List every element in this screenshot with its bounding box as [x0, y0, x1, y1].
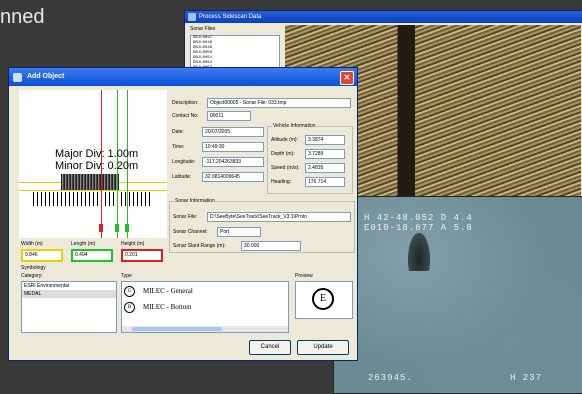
add-object-titlebar[interactable]: Add Object ✕: [9, 68, 357, 86]
major-division-label: Major Div: 1.00m: [55, 148, 139, 160]
cancel-button[interactable]: Cancel: [249, 340, 291, 355]
height-handle[interactable]: [99, 224, 103, 232]
sonar-files-label: Sonar Files: [190, 26, 216, 32]
date-label: Date:: [172, 129, 184, 135]
milec-general-icon: G: [124, 286, 135, 297]
latitude-label: Latitude:: [172, 174, 192, 180]
width-label: Width (m): [21, 241, 43, 247]
background-heading-fragment: nned: [0, 6, 45, 28]
description-field[interactable]: Object00005 - Sonar File: 033.tmp: [207, 98, 351, 108]
speed-label: Speed (m/s):: [271, 165, 300, 171]
process-window-title: Process Sidescan Data: [199, 14, 262, 20]
length-handle-right[interactable]: [125, 224, 129, 232]
type-item-general[interactable]: G MILEC - General: [124, 286, 193, 297]
object-dimension-diagram[interactable]: Major Div: 1.00m Minor Div: 0.20m: [19, 90, 167, 238]
depth-label: Depth (m):: [271, 151, 295, 157]
symbology-label: Symbology: [21, 265, 46, 271]
depth-field[interactable]: 3.7289: [305, 149, 345, 159]
minor-division-label: Minor Div: 0.20m: [55, 160, 139, 172]
category-list[interactable]: ESRI Environmental MEDAL: [21, 281, 117, 333]
underwater-camera-image: H 42-48.052 D 4.4 E010-18.677 A 5.8 2639…: [333, 196, 582, 394]
camera-overlay-line2: E010-18.677 A 5.8: [364, 223, 473, 233]
height-label: Height (m): [121, 241, 145, 247]
time-label: Time:: [172, 144, 185, 150]
type-list[interactable]: G MILEC - General B MILEC - Bottom: [121, 281, 289, 333]
preview-label: Preview: [295, 273, 313, 279]
add-object-title: Add Object: [27, 73, 65, 80]
app-icon: [188, 13, 196, 21]
length-handle-left[interactable]: [115, 224, 119, 232]
scale-ticks: [33, 192, 153, 206]
scrollbar-thumb[interactable]: [132, 327, 222, 331]
altitude-field[interactable]: 3.3874: [305, 135, 345, 145]
object-sonar-snippet: [61, 174, 119, 190]
sonar-channel-label: Sonar Channel:: [173, 229, 208, 235]
type-list-scrollbar[interactable]: [122, 326, 288, 332]
heading-label: Heading:: [271, 179, 292, 185]
latitude-field[interactable]: 32.6814009645: [202, 172, 264, 182]
symbol-preview-box: E: [295, 281, 353, 319]
camera-overlay-heading: H 237: [510, 373, 543, 383]
sonar-file-label: Sonar File:: [173, 214, 198, 220]
seabed-object: [408, 233, 430, 271]
process-window-titlebar[interactable]: Process Sidescan Data: [185, 11, 582, 23]
heading-field[interactable]: 176.714: [305, 177, 345, 187]
category-item[interactable]: MEDAL: [22, 290, 116, 298]
length-field[interactable]: 0.494: [71, 249, 113, 262]
preview-symbol-icon: E: [312, 288, 334, 310]
speed-field[interactable]: 2.4835: [305, 163, 345, 173]
sonar-file-field[interactable]: D:\SeeByte\SeeTrack\SeeTrack_V3.1\Proto: [207, 212, 351, 222]
description-label: Description:: [172, 100, 199, 106]
length-label: Length (m): [71, 241, 96, 247]
type-item-label: MILEC - General: [143, 287, 193, 296]
type-label: Type: [121, 273, 132, 279]
add-object-dialog: Add Object ✕ Major Div: 1.00m Minor Div:…: [8, 67, 358, 361]
dialog-icon: [13, 73, 22, 82]
milec-bottom-icon: B: [124, 302, 135, 313]
slant-range-field[interactable]: 30.000: [241, 241, 301, 251]
type-item-bottom[interactable]: B MILEC - Bottom: [124, 302, 192, 313]
sonar-information-title: Sonar Information: [174, 198, 216, 204]
close-icon[interactable]: ✕: [340, 71, 354, 85]
longitude-label: Longitude:: [172, 159, 196, 165]
sonar-channel-field[interactable]: Port: [217, 227, 261, 237]
slant-range-label: Sonar Slant Range (m):: [173, 243, 226, 249]
camera-overlay-line1: H 42-48.052 D 4.4: [364, 213, 473, 223]
height-field[interactable]: 0.201: [121, 249, 163, 262]
longitude-field[interactable]: -117.204263833: [202, 157, 264, 167]
update-button[interactable]: Update: [297, 340, 349, 355]
width-field[interactable]: 0.846: [21, 249, 63, 262]
width-guide-bottom: [19, 190, 167, 191]
altitude-label: Altitude (m):: [271, 137, 298, 143]
type-item-label: MILEC - Bottom: [143, 303, 192, 312]
camera-overlay-frame: 263945.: [368, 373, 413, 383]
category-item[interactable]: ESRI Environmental: [22, 282, 116, 290]
vehicle-information-title: Vehicle Information: [272, 123, 317, 129]
category-label: Category:: [21, 273, 43, 279]
contact-no-label: Contact No:: [172, 113, 199, 119]
date-field[interactable]: 20/07/2005: [202, 127, 264, 137]
time-field[interactable]: 10:49:30: [202, 142, 264, 152]
contact-no-field[interactable]: 00011: [207, 111, 251, 121]
